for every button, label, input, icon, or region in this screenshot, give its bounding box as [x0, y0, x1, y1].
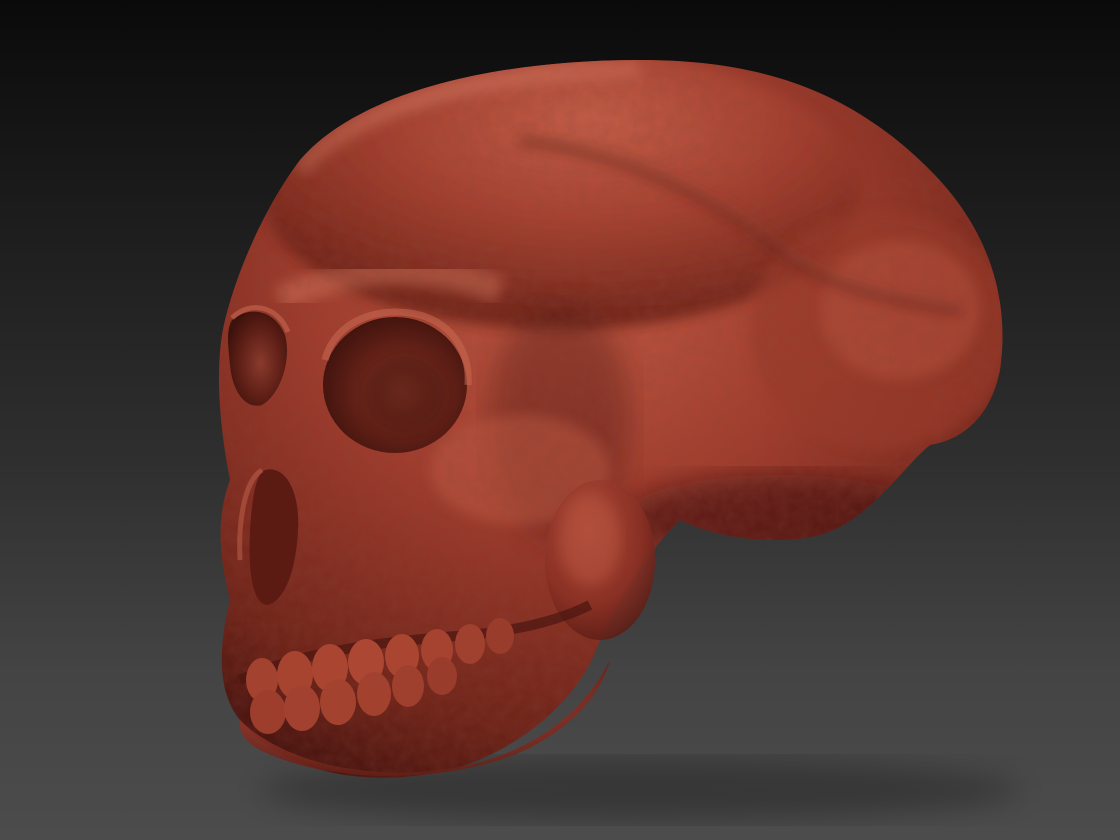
skull-render: [218, 60, 1020, 820]
sculpt-viewport[interactable]: [0, 0, 1120, 840]
skull: [218, 60, 1003, 778]
